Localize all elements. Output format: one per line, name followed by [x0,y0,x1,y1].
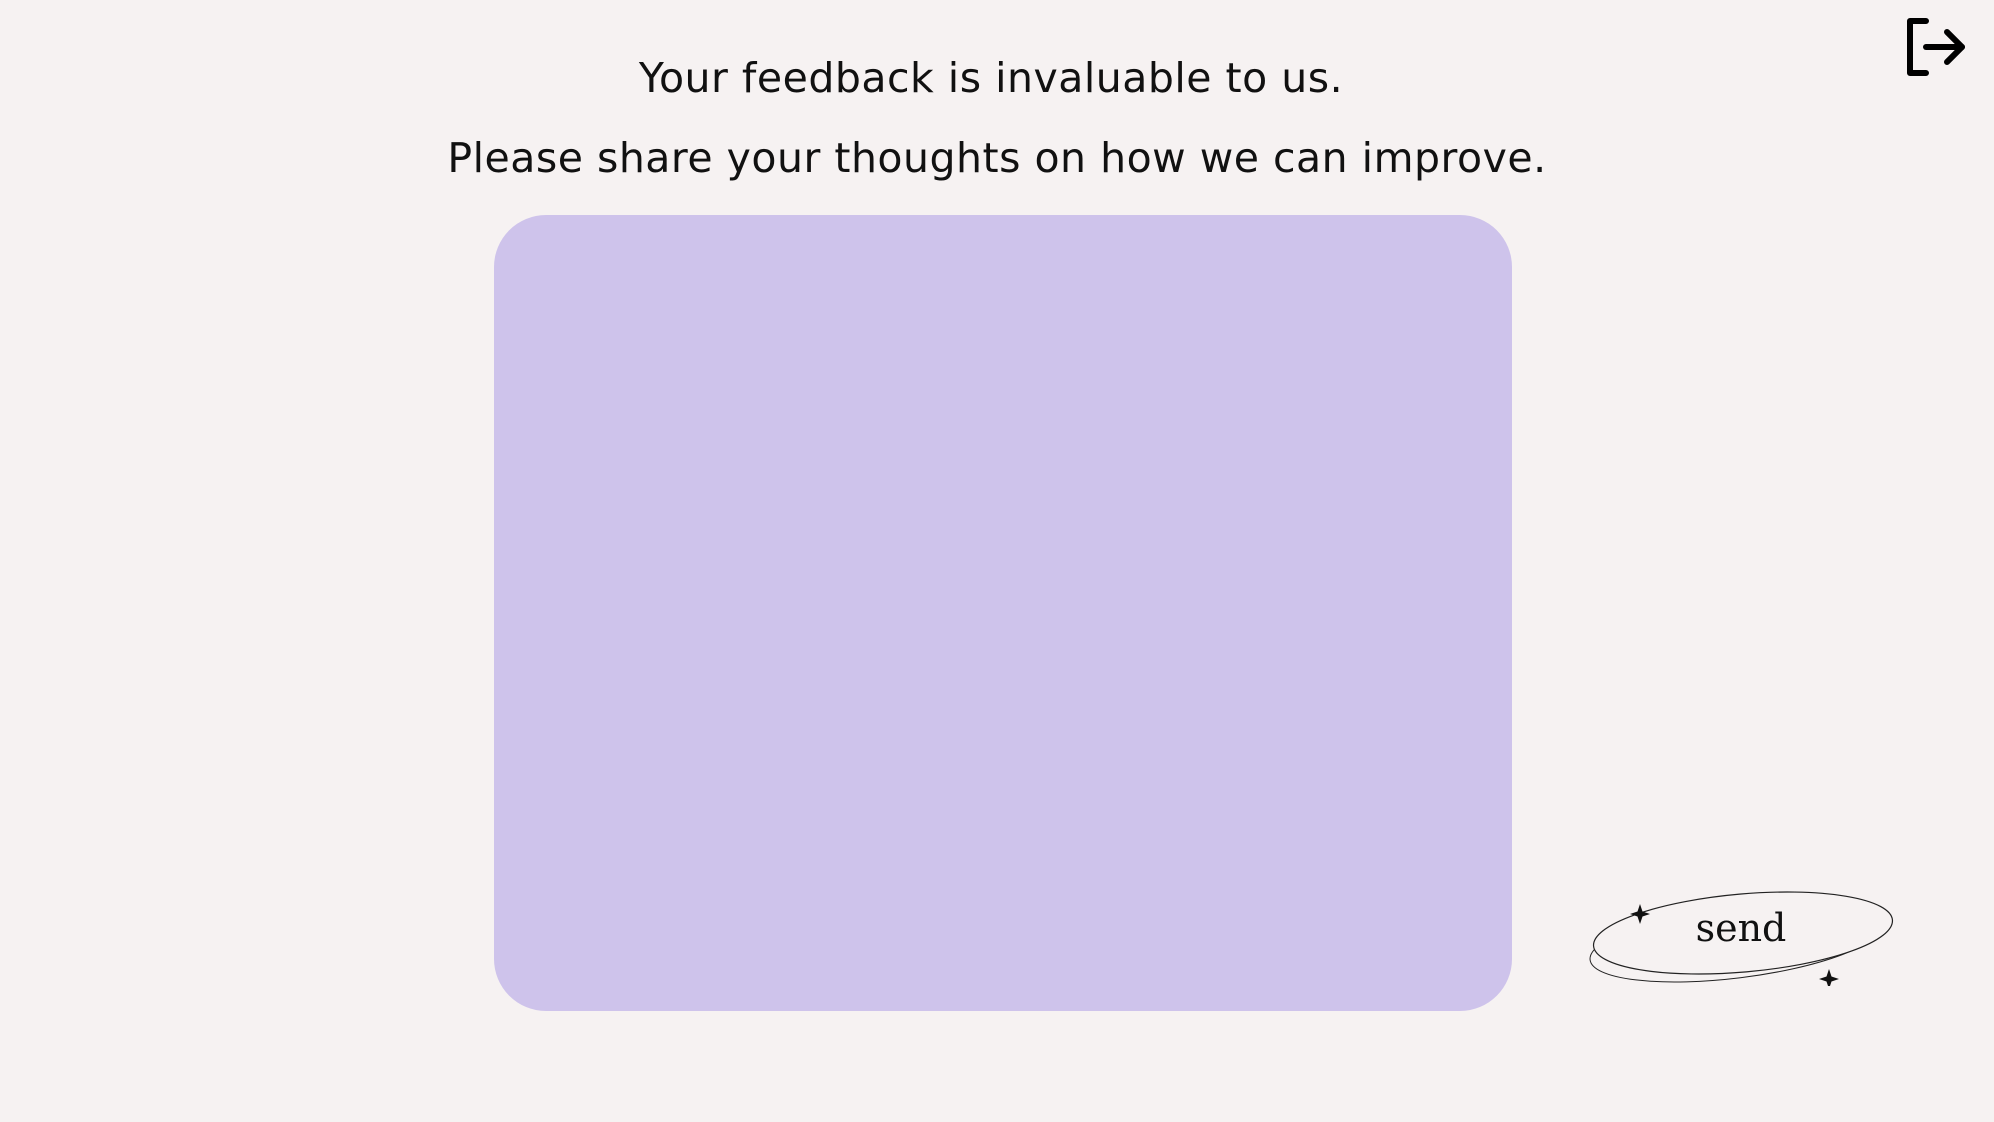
logout-icon[interactable] [1904,14,1970,80]
sparkle-icon [1819,969,1839,986]
feedback-heading: Your feedback is invaluable to us. [638,54,1344,102]
send-button-label: send [1695,906,1787,950]
feedback-subheading: Please share your thoughts on how we can… [447,134,1547,182]
send-button[interactable]: send [1586,884,1896,986]
feedback-textarea[interactable] [494,215,1512,1011]
